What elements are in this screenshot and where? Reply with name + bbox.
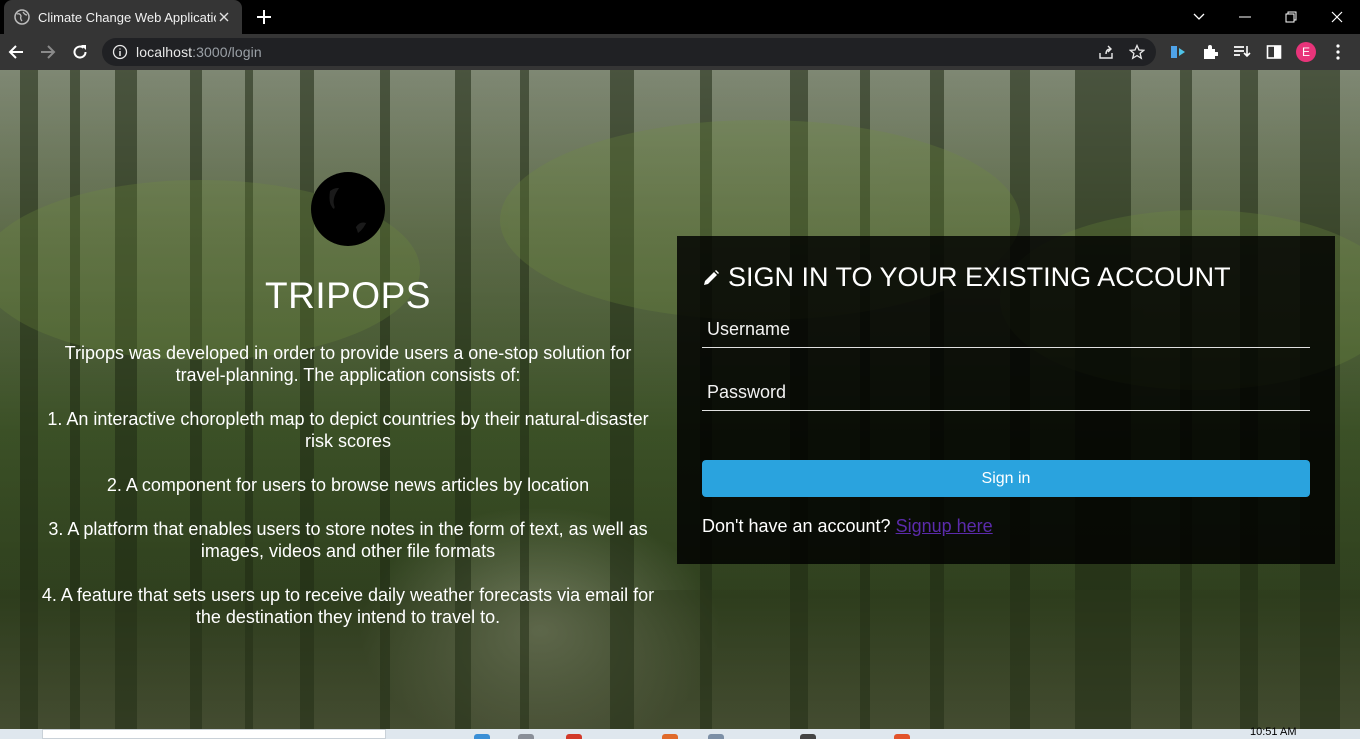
os-taskbar: 10:51 AM [0,726,1360,739]
browser-tab[interactable]: Climate Change Web Application [4,0,242,34]
feature-item: 4. A feature that sets users up to recei… [41,585,655,627]
taskbar-app-icon[interactable] [662,734,678,739]
feature-item: 2. A component for users to browse news … [106,475,590,495]
star-icon[interactable] [1128,43,1146,61]
pencil-icon [702,269,720,287]
signup-prompt: Don't have an account? [702,516,891,536]
arrow-right-icon[interactable] [38,42,58,62]
sign-in-button[interactable]: Sign in [702,460,1310,497]
taskbar-clock[interactable]: 10:51 AM [1250,726,1296,738]
reload-icon[interactable] [70,42,90,62]
login-title: SIGN IN TO YOUR EXISTING ACCOUNT [728,262,1231,292]
extension-icon[interactable] [1168,42,1188,62]
share-icon[interactable] [1097,43,1115,61]
login-form: SIGN IN TO YOUR EXISTING ACCOUNT Sign in… [677,236,1335,564]
login-heading: SIGN IN TO YOUR EXISTING ACCOUNT [702,262,1231,293]
signup-link[interactable]: Signup here [896,516,993,536]
tab-title: Climate Change Web Application [38,9,216,25]
taskbar-search[interactable] [42,729,386,739]
taskbar-app-icon[interactable] [474,734,490,739]
description-intro: Tripops was developed in order to provid… [64,343,632,385]
url-path: :3000/login [192,44,262,60]
taskbar-app-icon[interactable] [708,734,724,739]
close-icon[interactable] [216,9,232,25]
globe-icon [14,9,30,25]
chevron-down-icon[interactable] [1188,6,1210,28]
feature-item: 1. An interactive choropleth map to depi… [47,409,649,451]
reading-list-icon[interactable] [1232,42,1252,62]
side-panel-icon[interactable] [1264,42,1284,62]
plus-icon[interactable] [254,7,274,27]
minimize-icon[interactable] [1234,6,1256,28]
app-description: Tripops was developed in order to provid… [40,342,656,650]
arrow-left-icon[interactable] [6,42,26,62]
signup-row: Don't have an account? Signup here [702,516,993,537]
url-text[interactable]: localhost:3000/login [136,44,262,60]
password-input[interactable] [702,375,1310,410]
address-bar[interactable]: localhost:3000/login [102,38,1156,66]
window-close-icon[interactable] [1326,6,1348,28]
brand-title: TRIPOPS [265,275,431,316]
info-icon[interactable] [112,44,128,60]
url-host: localhost [136,44,193,60]
puzzle-icon[interactable] [1200,42,1220,62]
restore-icon[interactable] [1280,6,1302,28]
password-field [702,375,1310,411]
username-field [702,312,1310,348]
avatar[interactable]: E [1296,42,1316,62]
browser-titlebar: Climate Change Web Application [0,0,1360,34]
page-viewport: TRIPOPS Tripops was developed in order t… [0,70,1360,729]
username-input[interactable] [702,312,1310,347]
browser-toolbar: localhost:3000/login E [0,34,1360,70]
kebab-menu-icon[interactable] [1328,42,1348,62]
taskbar-app-icon[interactable] [800,734,816,739]
feature-item: 3. A platform that enables users to stor… [48,519,648,561]
taskbar-app-icon[interactable] [518,734,534,739]
globe-icon [310,171,386,247]
taskbar-app-icon[interactable] [566,734,582,739]
taskbar-app-icon[interactable] [894,734,910,739]
